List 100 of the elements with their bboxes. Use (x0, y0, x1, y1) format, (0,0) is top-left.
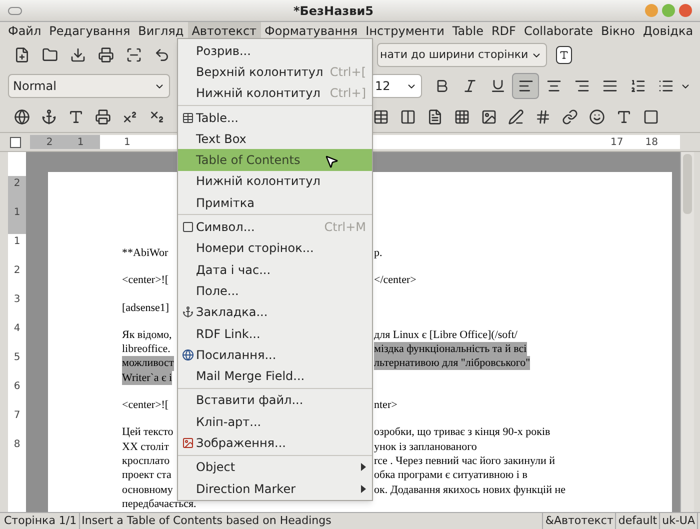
ruler-number: 1 (124, 136, 130, 150)
menu-item-label: Зображення... (196, 434, 286, 452)
menu-item-label: Закладка... (196, 304, 268, 322)
status-bar-field: Сторінка 1/1 (2, 512, 80, 529)
menu-bar-item[interactable]: RDF (487, 22, 520, 40)
ruler-number: 1 (77, 136, 84, 150)
document-text: <center>![ (122, 273, 169, 288)
document-text: унок із запланованого (374, 440, 477, 454)
menu-item[interactable]: Text Box (178, 128, 372, 150)
status-bar-field: uk-UA (660, 512, 698, 529)
menu-bar-item[interactable]: Вікно (597, 22, 640, 40)
ruler-number: 6 (12, 380, 22, 394)
menu-item-label: RDF Link... (196, 326, 260, 342)
menu-item[interactable]: Поле... (178, 280, 372, 302)
style-dropdown[interactable]: Normal (8, 74, 170, 98)
menu-item-label: Кліп-арт... (196, 414, 262, 431)
menu-item-label: Table of Contents (196, 152, 300, 170)
menu-item-label: Посилання... (196, 346, 276, 364)
document-text: </center> (374, 273, 416, 288)
menu-item[interactable]: Символ... Ctrl+M (178, 216, 372, 238)
menu-item[interactable]: Table of Contents (178, 149, 372, 171)
mouse-pointer-icon (324, 154, 339, 170)
status-bar-field: &Автотекст (543, 512, 616, 529)
document-text: XX століт (122, 440, 169, 454)
document-text: кросплато (122, 454, 170, 468)
scrollbar[interactable] (680, 152, 694, 512)
menu-item-label: Дата і час... (196, 262, 271, 279)
menu-item[interactable]: Розрив... (178, 40, 372, 62)
menu-item[interactable]: Дата і час... (178, 258, 372, 280)
menu-item[interactable]: RDF Link... (178, 322, 372, 344)
menu-bar-item[interactable]: Форматування (260, 22, 362, 40)
document-text: nter> (374, 398, 398, 412)
menu-item[interactable]: Закладка... (178, 302, 372, 323)
menu-item-label: Нижній колонтитул (196, 173, 320, 190)
align-left-icon[interactable] (512, 73, 539, 99)
document-text: льтернативою для "лібровського" (374, 356, 530, 370)
menu-item[interactable]: Примітка (178, 192, 372, 214)
menu-bar-item[interactable]: Table (448, 22, 488, 40)
document-text: передбачається. (122, 496, 196, 512)
menu-bar-item[interactable]: Collaborate (520, 22, 598, 40)
shortcut-label: Ctrl+[ (330, 64, 366, 81)
close-button[interactable] (679, 4, 692, 17)
ruler-number: 5 (12, 351, 22, 365)
shortcut-label: Ctrl+M (324, 219, 366, 236)
menu-bar-item[interactable]: Редагування (45, 22, 134, 40)
table-icon (182, 112, 194, 124)
menu-item-label: Text Box (196, 130, 246, 148)
menu-item[interactable]: Верхній колонтитул Ctrl+[ (178, 61, 372, 83)
menu-item[interactable]: Table... (178, 106, 372, 128)
menu-item-label: Символ... (196, 219, 255, 236)
menu-item[interactable]: Кліп-арт... (178, 411, 372, 432)
menu-item[interactable]: Нижній колонтитул Ctrl+] (178, 82, 372, 104)
document-text: основному (122, 482, 173, 497)
menu-item-label: Mail Merge Field... (196, 368, 305, 386)
menu-item-label: Table... (196, 110, 238, 127)
menu-item-label: Поле... (196, 282, 239, 300)
menu-bar-item[interactable]: Інструменти (362, 22, 448, 40)
menu-bar-item[interactable]: Вигляд (134, 22, 188, 40)
ruler-number: 3 (12, 293, 22, 307)
zoom-dropdown[interactable]: нати до ширини сторінки (377, 43, 548, 67)
scrollbar-thumb[interactable] (683, 154, 692, 214)
menu-item-label: Вставити файл... (196, 392, 304, 410)
shortcut-label: Ctrl+] (330, 85, 366, 102)
document-text: Як відомо, (122, 328, 172, 342)
window-title: *БезНазви5 (292, 2, 374, 20)
document-text: <center>![ (122, 398, 169, 412)
font-size-dropdown[interactable]: 12 (370, 74, 422, 98)
menu-item-label: Object (196, 459, 236, 476)
ruler-number: 17 (610, 136, 624, 150)
ruler-number: 1 (12, 235, 22, 249)
window-menu-icon[interactable] (8, 6, 22, 14)
status-bar-field: Insert a Table of Contents based on Headings (80, 512, 544, 529)
menu-item[interactable]: Вставити файл... (178, 390, 372, 412)
menu-item-label: Номери сторінок... (196, 240, 314, 258)
menu-item[interactable]: Direction Marker (178, 478, 372, 500)
ruler-number: 2 (46, 136, 53, 150)
document-text: [adsense1] (122, 300, 170, 315)
ruler-number: 18 (645, 136, 658, 150)
menu-item[interactable]: Посилання... (178, 344, 372, 366)
document-text: р. (374, 246, 382, 260)
ruler-number: 2 (12, 264, 22, 278)
menu-item[interactable]: Mail Merge Field... (178, 365, 372, 387)
ruler-number: 2 (8, 176, 26, 205)
document-text: **AbiWor (122, 246, 168, 260)
menu-item[interactable]: Зображення... (178, 432, 372, 454)
image-icon (182, 436, 194, 449)
menu-bar-item[interactable]: Довідка (639, 22, 698, 40)
menu-item[interactable]: Нижній колонтитул (178, 170, 372, 192)
ruler-number: 4 (12, 322, 22, 336)
menu-item[interactable]: Номери сторінок... (178, 238, 372, 259)
globe-icon (182, 348, 194, 361)
ruler-number: 7 (12, 409, 22, 423)
tab-stop-icon[interactable] (10, 136, 20, 148)
menu-bar-item[interactable]: Файл (4, 22, 46, 40)
document-text: для Linux є [Libre Office](/soft/ (374, 328, 518, 342)
menu-item-label: Примітка (196, 194, 254, 212)
menu-item[interactable]: Object (178, 456, 372, 478)
document-text: Writer`a є і (122, 370, 172, 386)
ruler-number: 1 (8, 205, 26, 234)
document-text: libreoffice. (122, 342, 170, 356)
